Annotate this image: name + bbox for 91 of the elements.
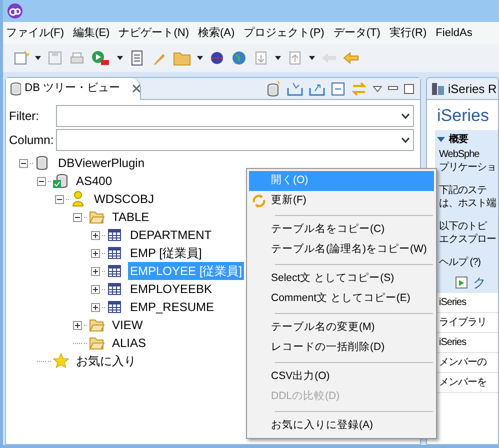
tab-label: DB ツリー・ビュー: [24, 81, 120, 96]
dropdown-arrow-icon[interactable]: [35, 56, 41, 60]
table-icon: [107, 281, 123, 297]
collapse-triangle-icon[interactable]: [437, 136, 445, 142]
menu-item[interactable]: プロジェクト(P): [244, 24, 324, 42]
connected-database-icon: [53, 173, 69, 189]
tree-item[interactable]: DBViewerPlugin: [56, 154, 146, 172]
view-menu-icon[interactable]: [373, 86, 382, 92]
tree-item[interactable]: EMP_RESUME: [128, 298, 216, 316]
help-link[interactable]: ク: [473, 276, 486, 288]
description-text: エクスプロー: [439, 233, 497, 246]
description-text: は、ホスト端: [439, 197, 497, 210]
refresh-icon: [251, 193, 267, 209]
tree-item[interactable]: AS400: [74, 172, 114, 190]
server-icon: [431, 82, 445, 96]
collapse-icon[interactable]: [37, 176, 46, 186]
menu-item[interactable]: 編集(E): [73, 24, 110, 42]
folder-icon: [89, 317, 105, 333]
expand-icon[interactable]: [91, 230, 100, 240]
new-file-icon[interactable]: [13, 50, 29, 66]
menu-item[interactable]: レコードの一括削除(D): [249, 338, 434, 358]
export-icon[interactable]: [309, 82, 325, 96]
list-item[interactable]: ライブラリ: [435, 313, 498, 333]
column-label: Column:: [9, 132, 54, 149]
table-icon: [107, 263, 123, 279]
tree-item[interactable]: EMPLOYEEBK: [128, 280, 214, 298]
menu-item[interactable]: ナビゲート(N): [118, 24, 189, 42]
tree-item[interactable]: EMP [従業員]: [128, 244, 204, 262]
add-database-icon[interactable]: [267, 80, 281, 96]
table-icon: [107, 245, 123, 261]
menu-item[interactable]: Select文 としてコピー(S): [249, 269, 434, 289]
expand-icon[interactable]: [91, 302, 100, 312]
menu-item[interactable]: 実行(R): [389, 24, 427, 42]
maximize-icon[interactable]: [404, 84, 414, 94]
description-text: 下記のステ: [439, 184, 486, 197]
menu-item[interactable]: お気に入りに登録(A): [249, 416, 434, 436]
menu-item[interactable]: CSV出力(O): [249, 367, 434, 387]
collapse-icon[interactable]: [73, 212, 82, 222]
tree-item[interactable]: TABLE: [110, 208, 152, 226]
list-item[interactable]: メンバーを: [435, 373, 498, 393]
panel-heading: iSeries: [436, 105, 490, 127]
document-icon[interactable]: [129, 50, 145, 66]
menu-item[interactable]: テーブル名をコピー(C): [249, 220, 434, 240]
description-text: プリケーショ: [439, 161, 497, 174]
minimize-icon[interactable]: [388, 86, 398, 92]
list-item[interactable]: iSeries: [435, 293, 498, 313]
dropdown-arrow-icon[interactable]: [197, 56, 203, 60]
menu-item[interactable]: データ(T): [333, 24, 380, 42]
star-icon: [53, 353, 69, 369]
tree-item[interactable]: お気に入り: [74, 352, 138, 370]
folder-icon: [89, 209, 105, 225]
filter-field[interactable]: [56, 105, 414, 127]
menu-item[interactable]: テーブル名(論理名)をコピー(W): [249, 240, 434, 260]
menu-item[interactable]: ファイル(F): [6, 24, 64, 42]
collapse-all-icon[interactable]: [331, 82, 345, 96]
filter-label: Filter:: [9, 108, 40, 125]
tree-item[interactable]: ALIAS: [110, 334, 148, 352]
menu-item[interactable]: FieldAs: [436, 24, 472, 42]
expand-icon[interactable]: [91, 284, 100, 294]
dropdown-arrow-icon[interactable]: [309, 56, 315, 60]
collapse-icon[interactable]: [55, 194, 64, 204]
list-item[interactable]: メンバーの: [435, 353, 498, 373]
folder-icon: [89, 335, 105, 351]
dropdown-arrow-icon[interactable]: [275, 56, 281, 60]
database-icon: [10, 82, 21, 96]
expand-icon[interactable]: [91, 248, 100, 258]
tree-item[interactable]: WDSCOBJ: [92, 190, 156, 208]
expand-icon[interactable]: [91, 266, 100, 276]
dropdown-arrow-icon[interactable]: [117, 56, 123, 60]
collapse-icon[interactable]: [19, 158, 28, 168]
column-field[interactable]: [56, 129, 414, 151]
help-text: ヘルプ (?): [438, 256, 482, 269]
tree-item[interactable]: VIEW: [110, 316, 145, 334]
list-item[interactable]: iSeries: [435, 333, 498, 353]
section-title: 概要: [449, 132, 468, 146]
menu-item[interactable]: 更新(F): [249, 191, 434, 211]
app-icon: [7, 3, 23, 19]
table-icon: [107, 299, 123, 315]
description-text: 以下のトピ: [439, 220, 488, 233]
menu-item[interactable]: 検索(A): [198, 24, 235, 42]
tree-item[interactable]: DEPARTMENT: [128, 226, 214, 244]
cheat-sheet-icon: [455, 275, 469, 289]
description-text: WebSphe: [439, 148, 480, 161]
view-tab[interactable]: DB ツリー・ビュー: [6, 78, 141, 100]
close-icon[interactable]: [132, 84, 140, 93]
import-icon[interactable]: [287, 82, 303, 96]
table-icon: [107, 227, 123, 243]
run-icon[interactable]: [91, 50, 111, 66]
expand-icon[interactable]: [73, 320, 82, 330]
menu-item[interactable]: テーブル名の変更(M): [249, 318, 434, 338]
menu-item[interactable]: Comment文 としてコピー(E): [249, 289, 434, 309]
